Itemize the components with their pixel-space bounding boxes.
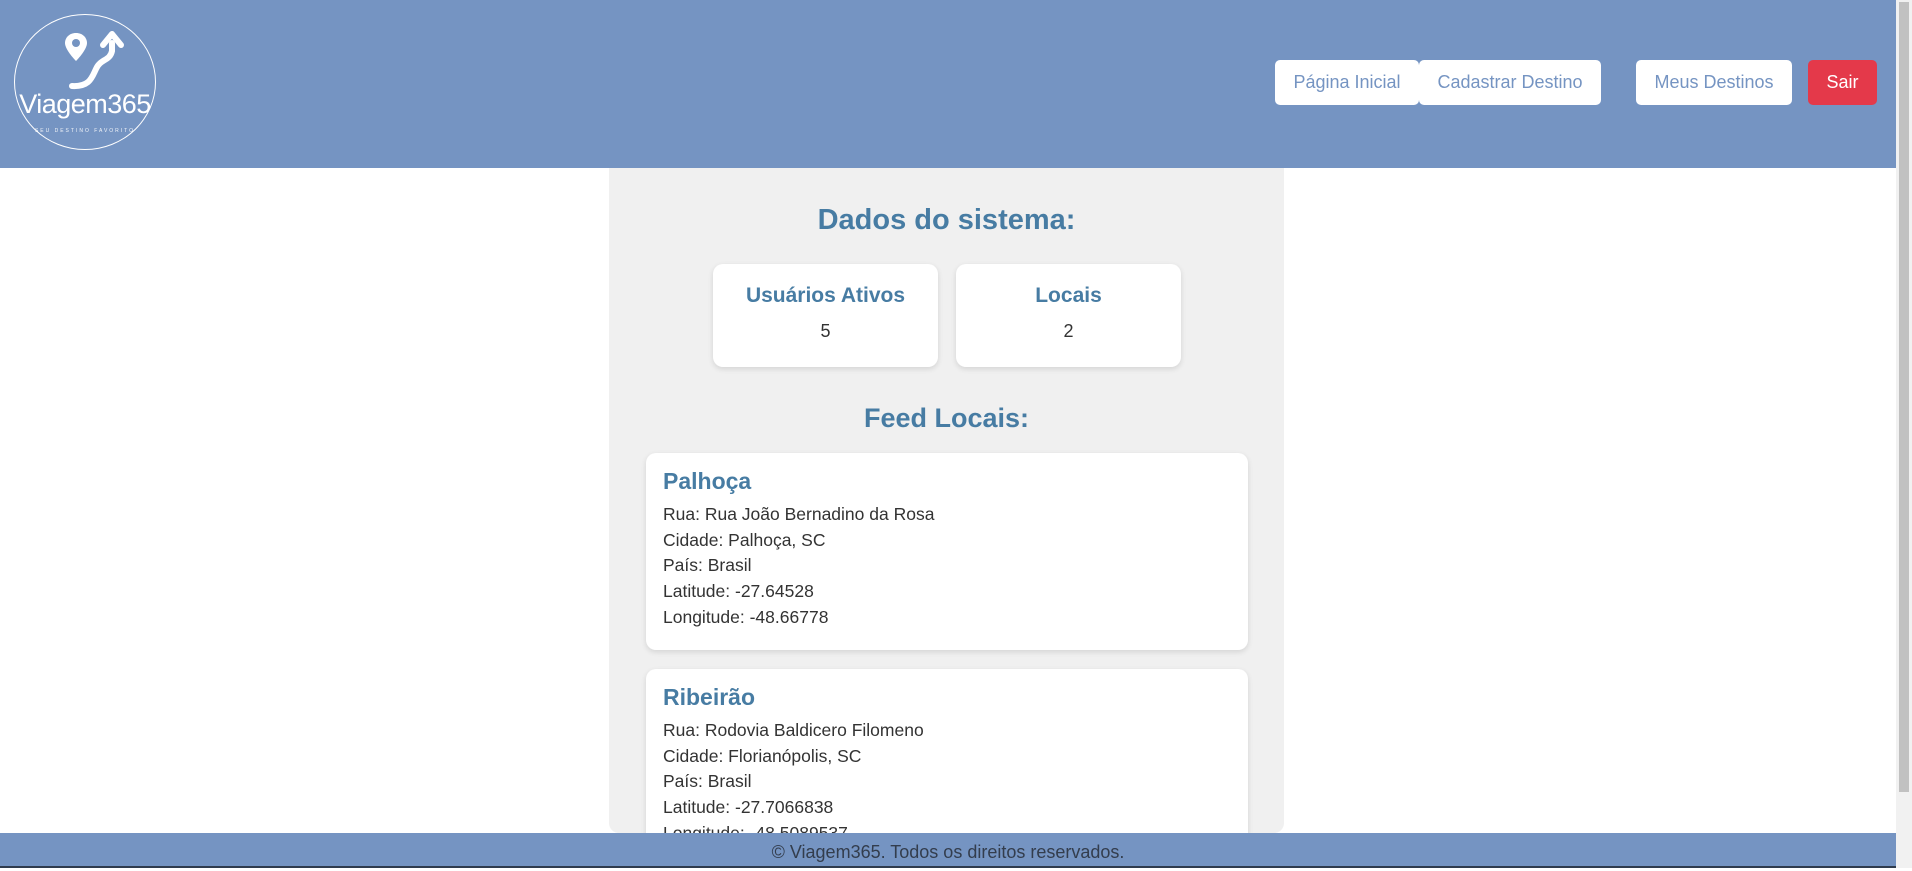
- page-title: Dados do sistema:: [817, 204, 1076, 236]
- place-street: Rua: Rua João Bernadino da Rosa: [663, 504, 935, 524]
- page-footer: © Viagem365. Todos os direitos reservado…: [0, 833, 1896, 868]
- logo-tagline: SEU DESTINO FAVORITO: [34, 128, 136, 134]
- place-card: Palhoça Rua: Rua João Bernadino da Rosa …: [646, 453, 1248, 650]
- stat-value: 2: [1063, 321, 1074, 341]
- feed-title: Feed Locais:: [863, 403, 1030, 433]
- place-city: Cidade: Florianópolis, SC: [663, 746, 862, 766]
- scrollbar-thumb[interactable]: [1899, 2, 1909, 792]
- place-name: Palhoça: [663, 468, 752, 494]
- place-longitude: Longitude: -48.5089537: [663, 823, 848, 833]
- register-destination-button[interactable]: Cadastrar Destino: [1419, 60, 1601, 105]
- dashboard-panel: Dados do sistema: Usuários Ativos 5 Loca…: [609, 168, 1284, 833]
- place-street: Rua: Rodovia Baldicero Filomeno: [663, 720, 924, 740]
- place-latitude: Latitude: -27.7066838: [663, 797, 834, 817]
- place-card: Ribeirão Rua: Rodovia Baldicero Filomeno…: [646, 669, 1248, 833]
- logo-text: Viagem365: [19, 89, 151, 119]
- viagem365-logo[interactable]: Viagem365 SEU DESTINO FAVORITO: [14, 14, 156, 150]
- stat-card-places: Locais 2: [956, 264, 1181, 367]
- logout-button[interactable]: Sair: [1808, 60, 1877, 105]
- place-country: País: Brasil: [663, 771, 752, 791]
- place-latitude: Latitude: -27.64528: [663, 581, 814, 601]
- stat-label: Locais: [1035, 284, 1102, 307]
- top-header: Viagem365 SEU DESTINO FAVORITO Página In…: [0, 0, 1896, 168]
- page-scrollbar[interactable]: [1896, 0, 1912, 868]
- place-city: Cidade: Palhoça, SC: [663, 530, 826, 550]
- route-icon: [65, 31, 124, 90]
- home-button[interactable]: Página Inicial: [1275, 60, 1419, 105]
- place-name: Ribeirão: [663, 684, 756, 710]
- stat-value: 5: [820, 321, 831, 341]
- place-longitude: Longitude: -48.66778: [663, 607, 829, 627]
- copyright-text: © Viagem365. Todos os direitos reservado…: [771, 842, 1125, 862]
- stat-label: Usuários Ativos: [745, 284, 906, 307]
- place-country: País: Brasil: [663, 555, 752, 575]
- my-destinations-button[interactable]: Meus Destinos: [1636, 60, 1792, 105]
- stat-card-active-users: Usuários Ativos 5: [713, 264, 938, 367]
